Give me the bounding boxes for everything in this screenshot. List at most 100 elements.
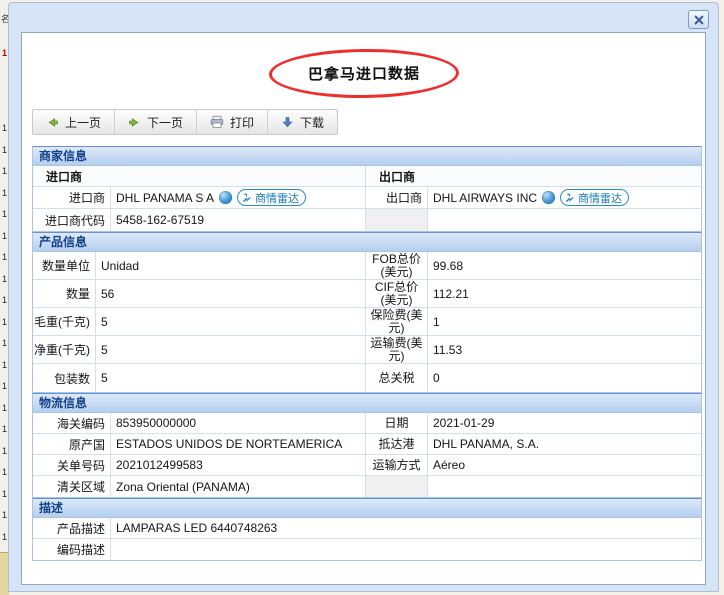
print-button[interactable]: 打印 [197,110,268,134]
field-label: CIF总价(美元) [366,280,428,308]
field-label: 毛重(千克) [33,308,96,336]
next-page-button[interactable]: 下一页 [115,110,197,134]
page-title: 巴拿马进口数据 [307,62,419,84]
exporter-name: DHL AIRWAYS INC [433,191,537,205]
table-row: 净重(千克) 5 运输费(美元) 11.53 [33,336,701,364]
logistics-table: 海关编码 853950000000 日期 2021-01-29 原产国 ESTA… [32,413,702,498]
description-section-header: 描述 [32,498,702,518]
radar-label: 商情雷达 [578,190,622,206]
importer-code-value: 5458-162-67519 [111,209,366,231]
prev-page-button[interactable]: 上一页 [33,110,115,134]
field-value: 56 [96,280,366,308]
background-number-column: 1 1 1 1 1 1 1 1 1 1 1 1 1 1 1 1 1 1 1 1 [2,118,7,548]
field-value: Unidad [96,252,366,280]
table-row: 数量单位 Unidad FOB总价(美元) 99.68 [33,252,701,280]
field-value: 99.68 [428,252,701,280]
field-value: 112.21 [428,280,701,308]
field-label: 总关税 [366,364,428,392]
field-value: 11.53 [428,336,701,364]
empty-cell [428,209,701,231]
importer-code-label: 进口商代码 [33,209,111,231]
title-area: 巴拿马进口数据 [22,47,705,99]
table-row: 毛重(千克) 5 保险费(美元) 1 [33,308,701,336]
field-label: 原产国 [33,434,111,455]
prev-page-label: 上一页 [65,114,101,131]
field-value: LAMPARAS LED 6440748263 [111,518,701,539]
field-label: 关单号码 [33,455,111,476]
field-label: 抵达港 [366,434,428,455]
close-icon[interactable] [688,10,709,29]
background-red-digit: 1 [2,48,7,58]
field-value: 0 [428,364,701,392]
table-row: 编码描述 [33,539,701,560]
table-row: 产品描述 LAMPARAS LED 6440748263 [33,518,701,539]
dialog-titlebar [9,3,718,30]
print-label: 打印 [230,114,254,131]
arrow-left-icon [46,116,59,129]
red-circle-annotation: 巴拿马进口数据 [268,48,458,99]
radar-icon [565,193,575,203]
field-value: 5 [96,364,366,392]
empty-cell [366,209,428,231]
exporter-column-header: 出口商 [366,166,701,187]
merchant-section-header: 商家信息 [32,146,702,166]
field-label: 编码描述 [33,539,111,560]
logistics-section-header: 物流信息 [32,393,702,413]
importer-column-header: 进口商 [33,166,366,187]
field-value: 2021-01-29 [428,413,701,434]
field-value: DHL PANAMA, S.A. [428,434,701,455]
table-row: 清关区域 Zona Oriental (PANAMA) [33,476,701,497]
importer-radar-link[interactable]: 商情雷达 [237,189,306,206]
dialog-content-panel: 巴拿马进口数据 上一页 下一页 [21,32,706,585]
globe-icon[interactable] [219,191,232,204]
radar-label: 商情雷达 [255,190,299,206]
merchant-table: 进口商 出口商 进口商 DHL PANAMA S A [32,166,702,232]
field-value: 2021012499583 [111,455,366,476]
description-table: 产品描述 LAMPARAS LED 6440748263 编码描述 [32,518,702,561]
table-row: 进口商 出口商 [33,166,701,187]
field-value: 1 [428,308,701,336]
table-row: 进口商代码 5458-162-67519 [33,209,701,231]
table-row: 关单号码 2021012499583 运输方式 Aéreo [33,455,701,476]
table-row: 原产国 ESTADOS UNIDOS DE NORTEAMERICA 抵达港 D… [33,434,701,455]
field-value: 853950000000 [111,413,366,434]
download-button[interactable]: 下载 [268,110,337,134]
product-table: 数量单位 Unidad FOB总价(美元) 99.68 数量 56 CIF总价(… [32,252,702,393]
field-label: 海关编码 [33,413,111,434]
arrow-right-icon [128,116,141,129]
empty-cell [366,476,428,497]
field-value: 5 [96,308,366,336]
importer-label: 进口商 [33,187,111,209]
field-label: 运输方式 [366,455,428,476]
field-value: Aéreo [428,455,701,476]
data-sections: 商家信息 进口商 出口商 进口商 DHL PANAMA S A [32,146,702,561]
table-row: 数量 56 CIF总价(美元) 112.21 [33,280,701,308]
field-label: FOB总价(美元) [366,252,428,280]
field-value: Zona Oriental (PANAMA) [111,476,366,497]
printer-icon [210,115,224,129]
field-label: 数量单位 [33,252,96,280]
field-label: 数量 [33,280,96,308]
empty-cell [428,476,701,497]
exporter-value-cell: DHL AIRWAYS INC 商情雷达 [428,187,701,209]
field-label: 运输费(美元) [366,336,428,364]
importer-name: DHL PANAMA S A [116,191,214,205]
field-label: 清关区域 [33,476,111,497]
next-page-label: 下一页 [147,114,183,131]
field-label: 净重(千克) [33,336,96,364]
import-data-dialog: 巴拿马进口数据 上一页 下一页 [8,2,719,592]
table-row: 包装数 5 总关税 0 [33,364,701,392]
field-label: 产品描述 [33,518,111,539]
field-label: 包装数 [33,364,96,392]
product-section-header: 产品信息 [32,232,702,252]
field-label: 保险费(美元) [366,308,428,336]
exporter-label: 出口商 [366,187,428,209]
field-label: 日期 [366,413,428,434]
exporter-radar-link[interactable]: 商情雷达 [560,189,629,206]
globe-icon[interactable] [542,191,555,204]
field-value: 5 [96,336,366,364]
toolbar: 上一页 下一页 打印 下载 [32,109,338,135]
field-value: ESTADOS UNIDOS DE NORTEAMERICA [111,434,366,455]
arrow-down-icon [281,116,294,129]
table-row: 海关编码 853950000000 日期 2021-01-29 [33,413,701,434]
